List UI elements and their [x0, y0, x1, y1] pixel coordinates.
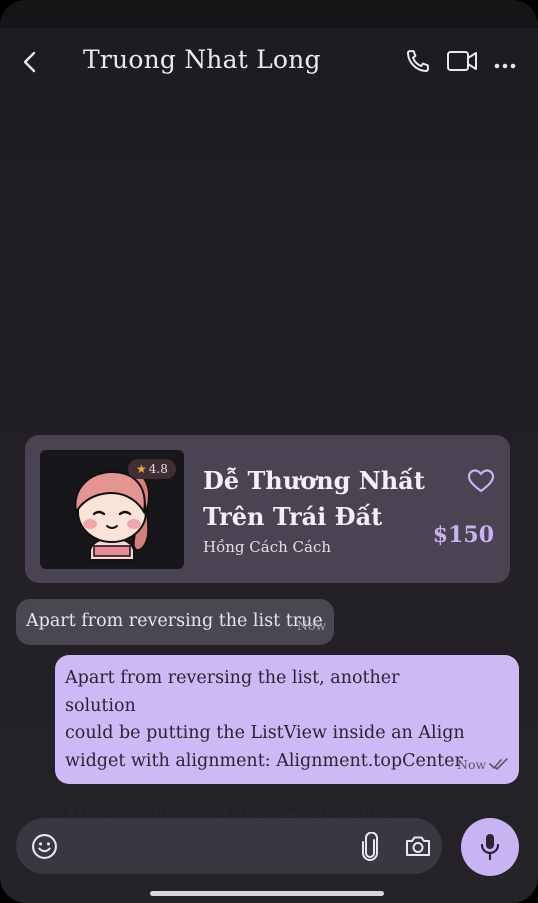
- message-text: Apart from reversing the list true: [26, 611, 323, 631]
- product-author: Hồng Cách Cách: [203, 538, 332, 556]
- message-composer[interactable]: [16, 818, 442, 874]
- star-icon: ★: [136, 462, 147, 476]
- rating-badge: ★ 4.8: [128, 459, 176, 479]
- message-time: Now: [457, 757, 487, 772]
- product-title: Dễ Thương Nhất Trên Trái Đất: [203, 463, 443, 535]
- incoming-message[interactable]: Apart from reversing the list true Now: [16, 599, 334, 645]
- microphone-icon: [479, 833, 501, 865]
- camera-icon[interactable]: [404, 834, 432, 862]
- chat-screen: Truong Nhat Long ★ 4.8 Dễ Thương Nhất Tr…: [0, 0, 538, 903]
- message-line: widget with alignment: Alignment.topCent…: [65, 750, 463, 799]
- product-title-line2: Trên Trái Đất: [203, 502, 383, 531]
- message-line: Apart from reversing the list, another s…: [65, 668, 400, 716]
- product-thumbnail: ★ 4.8: [40, 450, 184, 569]
- microphone-button[interactable]: [461, 818, 519, 876]
- phone-icon[interactable]: [404, 47, 432, 79]
- chevron-left-icon[interactable]: [18, 50, 42, 74]
- product-title-line1: Dễ Thương Nhất: [203, 466, 425, 495]
- product-card[interactable]: ★ 4.8 Dễ Thương Nhất Trên Trái Đất Hồng C…: [25, 435, 510, 583]
- double-check-icon: [489, 756, 509, 775]
- rating-value: 4.8: [148, 462, 168, 476]
- status-bar-area: [0, 0, 538, 28]
- home-indicator[interactable]: [150, 891, 384, 896]
- heart-icon[interactable]: [467, 468, 495, 498]
- outgoing-message[interactable]: Apart from reversing the list, another s…: [55, 655, 519, 853]
- more-icon[interactable]: [493, 56, 517, 75]
- message-line: could be putting the ListView inside an …: [65, 723, 465, 743]
- emoji-icon[interactable]: [31, 833, 58, 864]
- attachment-icon[interactable]: [359, 831, 381, 866]
- message-time: Now: [297, 618, 327, 633]
- chat-header: Truong Nhat Long: [0, 28, 538, 96]
- product-price: $150: [432, 522, 494, 548]
- video-icon[interactable]: [446, 47, 478, 79]
- contact-name: Truong Nhat Long: [83, 45, 321, 74]
